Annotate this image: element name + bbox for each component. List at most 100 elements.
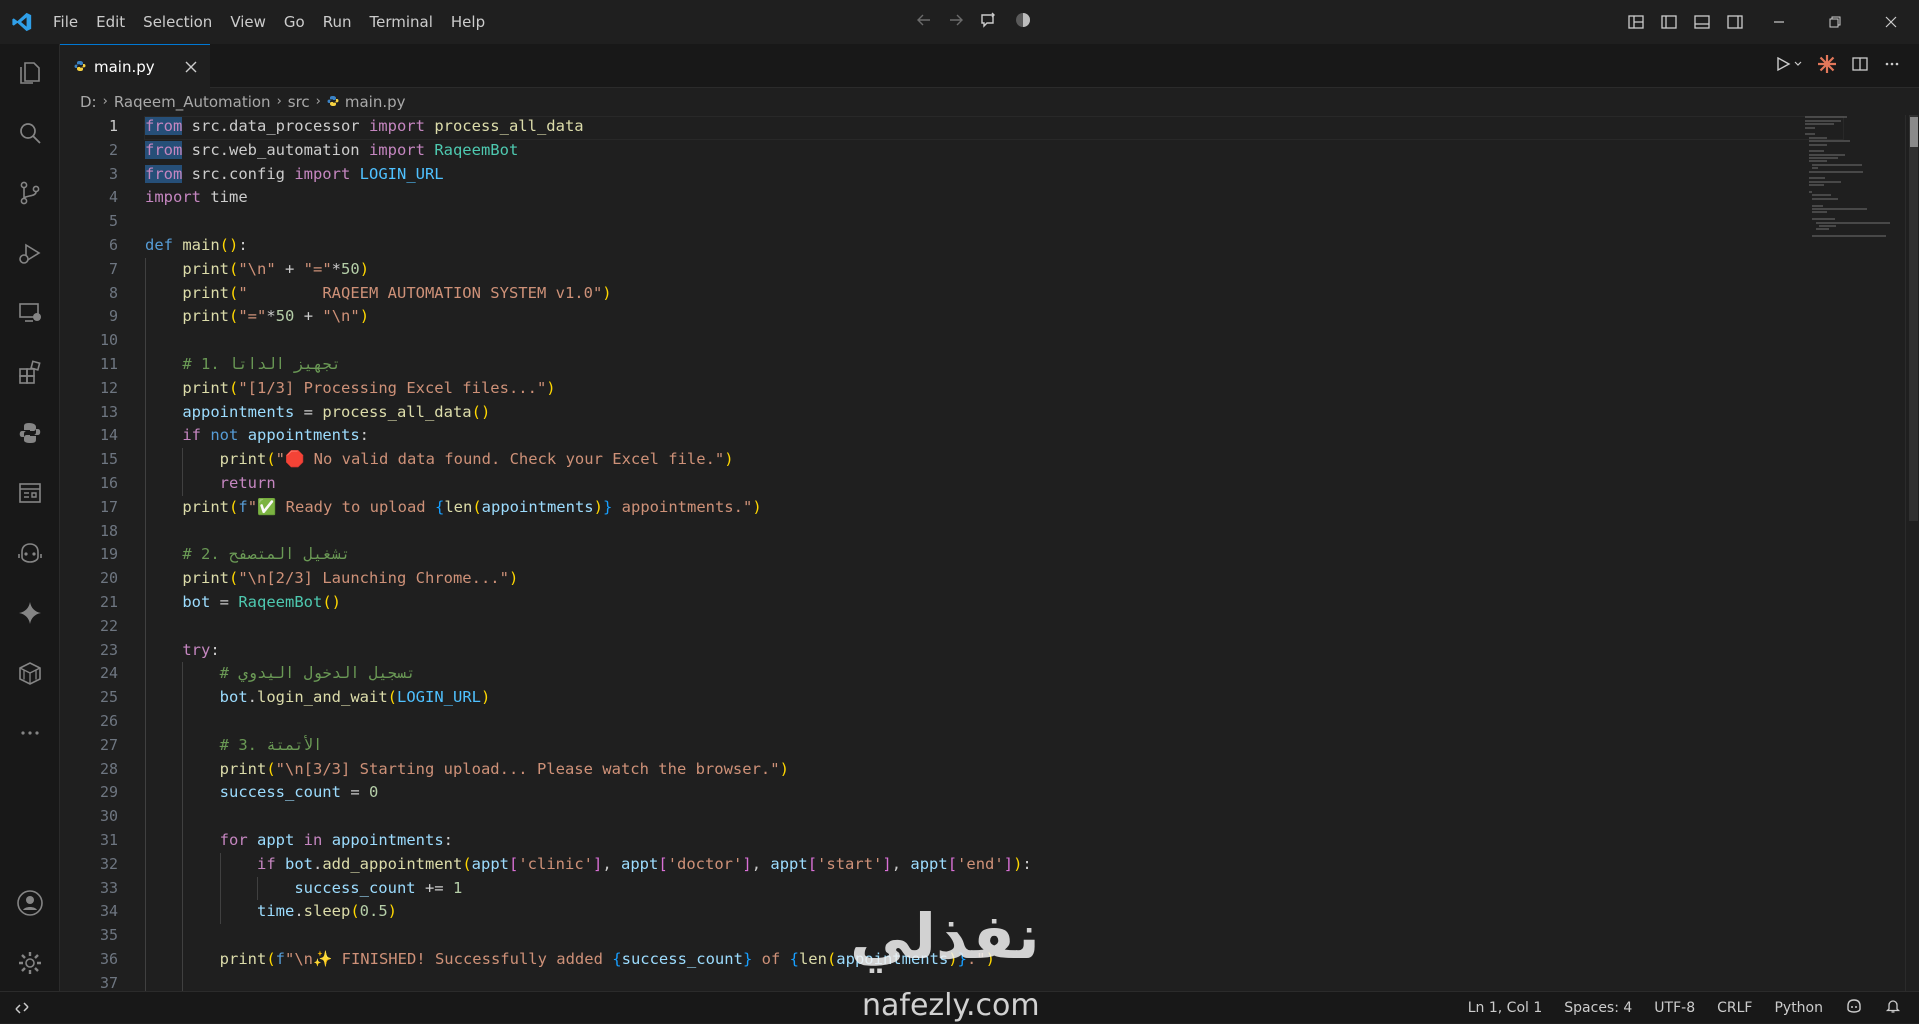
code-line[interactable]: success_count += 1: [145, 877, 1825, 901]
search-icon[interactable]: [0, 110, 60, 156]
browser-preview-icon[interactable]: [0, 470, 60, 516]
code-line[interactable]: from src.config import LOGIN_URL: [145, 163, 1825, 187]
scrollbar-thumb[interactable]: [1909, 115, 1918, 521]
code-line[interactable]: if bot.add_appointment(appt['clinic'], a…: [145, 853, 1825, 877]
code-line[interactable]: print(f"✅ Ready to upload {len(appointme…: [145, 496, 1825, 520]
title-bar: File Edit Selection View Go Run Terminal…: [0, 0, 1919, 44]
code-line[interactable]: from src.web_automation import RaqeemBot: [145, 139, 1825, 163]
run-and-debug-icon[interactable]: [0, 230, 60, 276]
code-line[interactable]: bot = RaqeemBot(): [145, 591, 1825, 615]
menu-bar: File Edit Selection View Go Run Terminal…: [44, 0, 494, 44]
code-line[interactable]: appointments = process_all_data(): [145, 401, 1825, 425]
code-line[interactable]: print("[1/3] Processing Excel files..."): [145, 377, 1825, 401]
toggle-secondary-sidebar-icon[interactable]: [1718, 13, 1751, 31]
code-line[interactable]: [145, 805, 1825, 829]
menu-edit[interactable]: Edit: [87, 0, 134, 44]
remote-explorer-icon[interactable]: [0, 290, 60, 336]
menu-help[interactable]: Help: [442, 0, 494, 44]
breadcrumb-subfolder[interactable]: src: [288, 93, 310, 111]
code-line[interactable]: import time: [145, 186, 1825, 210]
watermark-latin: nafezly.com: [862, 988, 1040, 1023]
code-line[interactable]: [145, 615, 1825, 639]
more-icon[interactable]: [0, 710, 60, 756]
code-line[interactable]: if not appointments:: [145, 424, 1825, 448]
split-editor-icon[interactable]: [1851, 55, 1869, 77]
code-line[interactable]: print("\n[2/3] Launching Chrome..."): [145, 567, 1825, 591]
minimap-line: [1808, 180, 1841, 183]
code-line[interactable]: def main():: [145, 234, 1825, 258]
close-window-icon[interactable]: [1863, 15, 1919, 29]
copilot-icon[interactable]: [0, 530, 60, 576]
forward-arrow-icon[interactable]: [947, 11, 965, 33]
close-tab-icon[interactable]: [180, 56, 202, 78]
menu-selection[interactable]: Selection: [134, 0, 221, 44]
code-line[interactable]: return: [145, 472, 1825, 496]
settings-gear-icon[interactable]: [0, 940, 60, 986]
claude-sparkle-icon[interactable]: [1817, 54, 1837, 78]
notifications-bell-icon[interactable]: [1877, 998, 1909, 1018]
minimize-icon[interactable]: [1751, 15, 1807, 29]
toggle-primary-sidebar-icon[interactable]: [1652, 13, 1685, 31]
code-line[interactable]: success_count = 0: [145, 781, 1825, 805]
line-number: 20: [99, 569, 118, 588]
remote-indicator-icon[interactable]: [0, 992, 44, 1024]
menu-go[interactable]: Go: [275, 0, 314, 44]
breadcrumb-drive[interactable]: D:: [80, 93, 97, 111]
breadcrumb-file[interactable]: main.py: [345, 93, 406, 111]
toggle-panel-icon[interactable]: [1685, 13, 1718, 31]
back-arrow-icon[interactable]: [915, 11, 933, 33]
status-cursor-position[interactable]: Ln 1, Col 1: [1460, 1000, 1551, 1016]
code-line[interactable]: try:: [145, 639, 1825, 663]
code-line[interactable]: print("="*50 + "\n"): [145, 305, 1825, 329]
code-line[interactable]: # 3. الأتمتة: [145, 734, 1825, 758]
minimap[interactable]: [1805, 115, 1905, 238]
code-line[interactable]: from src.data_processor import process_a…: [145, 115, 1825, 139]
vertical-scrollbar[interactable]: [1905, 115, 1919, 991]
minimap-line: [1805, 126, 1815, 129]
code-line[interactable]: print("\n[3/3] Starting upload... Please…: [145, 758, 1825, 782]
code-line[interactable]: [145, 329, 1825, 353]
restore-icon[interactable]: [1807, 15, 1863, 29]
line-number: 4: [108, 188, 118, 207]
code-line[interactable]: print("\n" + "="*50): [145, 258, 1825, 282]
run-python-file-icon[interactable]: [1775, 55, 1803, 77]
accounts-pie-icon[interactable]: [1013, 10, 1033, 34]
code-line[interactable]: print(" RAQEEM AUTOMATION SYSTEM v1.0"): [145, 282, 1825, 306]
menu-file[interactable]: File: [44, 0, 87, 44]
code-area[interactable]: from src.data_processor import process_a…: [145, 115, 1825, 991]
code-line[interactable]: # 1. تجهيز الداتا: [145, 353, 1825, 377]
code-editor[interactable]: 1 2 3 4 5 6 7 8 9 10 11 12 13 14 15 16 17 18 19 20 21 22 23 24 2…: [60, 115, 1919, 991]
containers-icon[interactable]: [0, 650, 60, 696]
line-number: 7: [108, 259, 118, 278]
indent-guide: [182, 662, 184, 991]
code-line[interactable]: [145, 710, 1825, 734]
source-control-icon[interactable]: [0, 170, 60, 216]
more-actions-icon[interactable]: [1883, 55, 1901, 77]
gemini-sparkle-icon[interactable]: [0, 590, 60, 636]
code-line[interactable]: bot.login_and_wait(LOGIN_URL): [145, 686, 1825, 710]
status-indentation[interactable]: Spaces: 4: [1556, 1000, 1640, 1016]
explorer-icon[interactable]: [0, 50, 60, 96]
status-encoding[interactable]: UTF-8: [1646, 1000, 1703, 1016]
customize-layout-icon[interactable]: [1619, 13, 1652, 31]
code-line[interactable]: [145, 210, 1825, 234]
breadcrumb-folder[interactable]: Raqeem_Automation: [114, 93, 271, 111]
python-icon[interactable]: [0, 410, 60, 456]
menu-run[interactable]: Run: [314, 0, 361, 44]
copilot-chat-icon[interactable]: [979, 10, 999, 34]
code-line[interactable]: print("🛑 No valid data found. Check your…: [145, 448, 1825, 472]
status-copilot-icon[interactable]: [1837, 998, 1871, 1018]
accounts-icon[interactable]: [0, 880, 60, 926]
code-line[interactable]: for appt in appointments:: [145, 829, 1825, 853]
code-line[interactable]: # 2. تشغيل المتصفح: [145, 543, 1825, 567]
status-language[interactable]: Python: [1766, 1000, 1831, 1016]
status-eol[interactable]: CRLF: [1709, 1000, 1760, 1016]
code-line[interactable]: [145, 520, 1825, 544]
code-line[interactable]: # تسجيل الدخول اليدوي: [145, 662, 1825, 686]
line-number: 24: [99, 664, 118, 683]
menu-view[interactable]: View: [221, 0, 275, 44]
scrollbar-cursor-marker: [1910, 117, 1918, 147]
menu-terminal[interactable]: Terminal: [361, 0, 442, 44]
tab-main-py[interactable]: main.py: [60, 44, 210, 88]
extensions-icon[interactable]: [0, 350, 60, 396]
